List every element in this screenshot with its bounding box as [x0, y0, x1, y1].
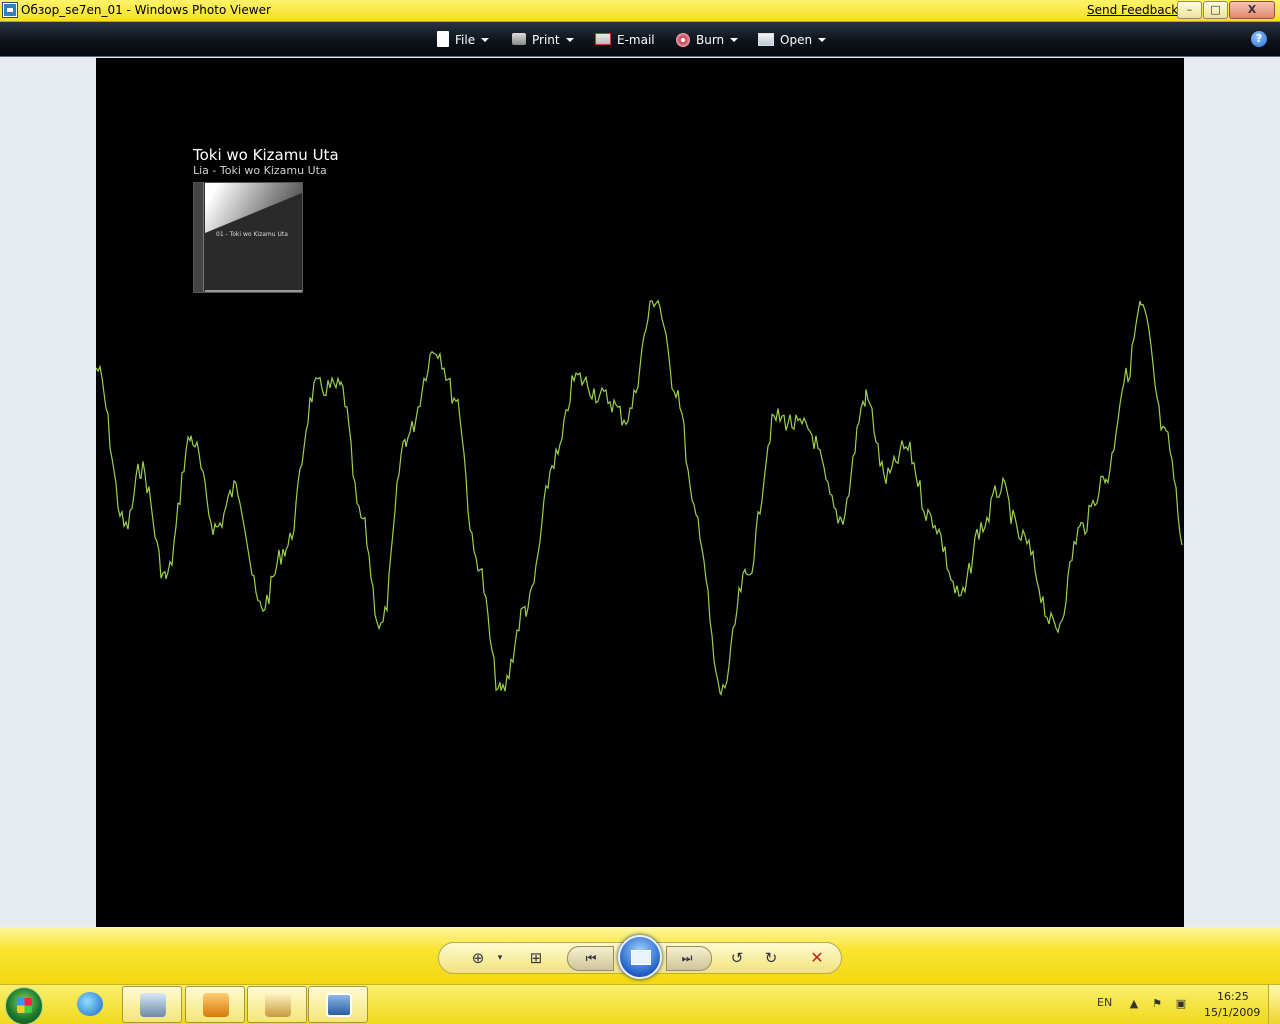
command-bar: File Print E-mail Burn Open ? — [0, 22, 1280, 57]
language-indicator[interactable]: EN — [1097, 996, 1112, 1009]
next-icon: ⏭ — [681, 951, 693, 965]
taskbar: EN ▲ ⚑ ▣ 16:25 15/1/2009 — [0, 984, 1280, 1024]
email-icon — [595, 33, 611, 45]
rotate-clockwise-icon[interactable]: ↻ — [759, 947, 783, 969]
disc-icon — [676, 33, 690, 47]
slideshow-icon[interactable] — [618, 935, 662, 979]
chevron-down-icon — [730, 38, 739, 42]
taskbar-media-player[interactable] — [185, 986, 245, 1023]
window-title: Обзор_se7en_01 - Windows Photo Viewer — [21, 3, 271, 17]
burn-label: Burn — [696, 33, 725, 47]
rotate-counterclockwise-icon[interactable]: ↺ — [725, 947, 749, 969]
actual-size-icon[interactable]: ⊞ — [524, 947, 548, 969]
network-icon[interactable]: ▣ — [1174, 997, 1188, 1011]
minimize-button[interactable]: – — [1177, 1, 1202, 19]
title-bar: Обзор_se7en_01 - Windows Photo Viewer Se… — [0, 0, 1280, 22]
file-icon — [437, 31, 449, 47]
print-label: Print — [532, 33, 560, 47]
waveform-line — [96, 299, 1183, 697]
photo-viewer-icon — [326, 993, 352, 1017]
burn-menu-button[interactable]: Burn — [676, 30, 739, 50]
magnifier-icon[interactable]: ⊕ — [466, 947, 490, 969]
photo-viewer-app-icon[interactable] — [3, 3, 17, 17]
show-desktop-button[interactable] — [1268, 985, 1280, 1024]
internet-explorer-icon — [77, 992, 103, 1016]
start-button[interactable] — [5, 987, 43, 1024]
print-menu-button[interactable]: Print — [512, 30, 574, 50]
file-label: File — [455, 33, 476, 47]
maximize-button[interactable]: □ — [1203, 1, 1228, 19]
paint-icon — [265, 993, 291, 1017]
taskbar-windows-explorer[interactable] — [122, 986, 182, 1023]
previous-icon: ⏮ — [585, 951, 597, 965]
email-button[interactable]: E-mail — [595, 30, 655, 50]
delete-icon[interactable]: ✕ — [805, 947, 829, 969]
email-label: E-mail — [617, 33, 655, 47]
open-program-icon — [758, 33, 774, 46]
taskbar-paint[interactable] — [247, 986, 307, 1023]
chevron-down-icon — [565, 38, 574, 42]
help-icon[interactable]: ? — [1251, 31, 1267, 47]
show-hidden-icons-icon[interactable]: ▲ — [1127, 997, 1141, 1011]
clock-time[interactable]: 16:25 — [1217, 990, 1249, 1003]
open-label: Open — [780, 33, 813, 47]
printer-icon — [512, 33, 526, 45]
clock-date[interactable]: 15/1/2009 — [1204, 1006, 1260, 1019]
zoom-dropdown-icon[interactable]: ▾ — [488, 947, 512, 969]
media-player-icon — [203, 993, 229, 1017]
send-feedback-link[interactable]: Send Feedback — [1087, 3, 1178, 17]
file-menu-button[interactable]: File — [437, 30, 490, 50]
close-button[interactable]: X — [1229, 1, 1275, 19]
folder-icon — [140, 993, 166, 1017]
chevron-down-icon — [481, 38, 490, 42]
chevron-down-icon — [818, 38, 827, 42]
action-center-flag-icon[interactable]: ⚑ — [1150, 997, 1164, 1011]
open-menu-button[interactable]: Open — [758, 30, 827, 50]
taskbar-internet-explorer[interactable] — [60, 986, 120, 1023]
displayed-photo: Toki wo Kizamu Uta Lia - Toki wo Kizamu … — [96, 58, 1184, 927]
audio-waveform — [96, 299, 1183, 697]
taskbar-photo-viewer[interactable] — [308, 986, 368, 1023]
